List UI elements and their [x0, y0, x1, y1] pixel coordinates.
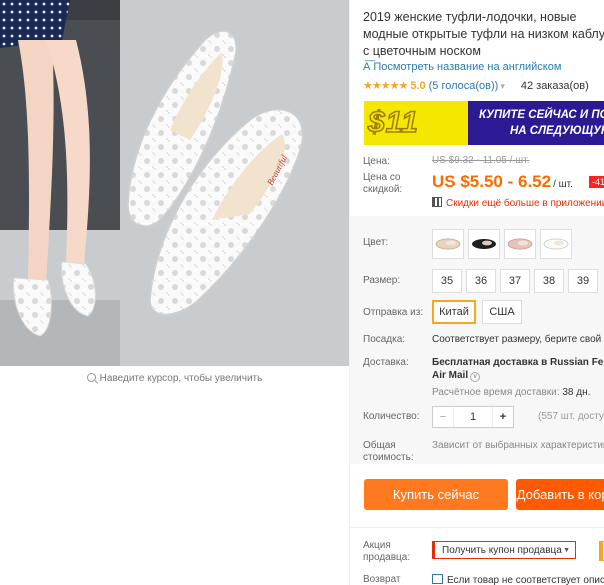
chevron-down-icon[interactable]: v	[470, 372, 481, 382]
quantity-label: Количество:	[363, 411, 420, 422]
chevron-down-icon[interactable]: ▾	[500, 81, 505, 91]
add-to-cart-button[interactable]: Добавить в корзину	[516, 479, 604, 510]
beige-shoe-icon	[435, 238, 461, 250]
seller-promo-label: Акция продавца:	[363, 540, 411, 563]
color-label: Цвет:	[363, 237, 389, 248]
pink-shoe-icon	[507, 238, 533, 250]
app-discount-link[interactable]: Скидки ещё больше в приложении	[432, 197, 604, 209]
orders-count: 42 заказа(ов)	[520, 80, 589, 92]
quantity-input[interactable]: 1	[454, 407, 492, 427]
divider	[350, 527, 604, 528]
quantity-stepper: − 1 +	[432, 406, 514, 428]
price-label: Цена:	[363, 156, 390, 167]
color-swatch-white[interactable]	[540, 229, 572, 259]
delivery-carrier: Air Mail v	[432, 370, 481, 382]
size-option-38[interactable]: 38	[534, 269, 564, 293]
buy-now-button[interactable]: Купить сейчас	[364, 479, 508, 510]
rating-row: ★★★★★ 5.0 (5 голоса(ов)) ▾ 42 заказа(ов)	[363, 79, 589, 92]
color-swatch-pink[interactable]	[504, 229, 536, 259]
total-label: Общая стоимость:	[363, 440, 414, 463]
translate-link[interactable]: A͞ Посмотреть название на английском	[363, 61, 561, 73]
fit-label: Посадка:	[363, 334, 406, 345]
size-option-35[interactable]: 35	[432, 269, 462, 293]
product-info-panel: 2019 женские туфли-лодочки, новые модные…	[350, 0, 604, 585]
size-option-39[interactable]: 39	[568, 269, 598, 293]
promo-line1: КУПИТЕ СЕЙЧАС И ПОЛУЧИТЕ	[479, 109, 604, 121]
size-option-36[interactable]: 36	[466, 269, 496, 293]
delivery-eta: Расчётное время доставки: 38 дн.	[432, 387, 591, 398]
delivery-method: Бесплатная доставка в Russian Federation…	[432, 357, 604, 368]
refund-label: Возврат	[363, 574, 401, 585]
magnifier-icon	[86, 373, 96, 382]
refund-icon	[432, 574, 443, 584]
white-shoe-icon	[543, 238, 569, 250]
fit-value: Соответствует размеру, берите свой обычн…	[432, 334, 604, 345]
delivery-label: Доставка:	[363, 357, 409, 368]
total-value: Зависит от выбранных характеристик	[432, 440, 604, 451]
size-option-37[interactable]: 37	[500, 269, 530, 293]
ship-from-china[interactable]: Китай	[432, 300, 476, 324]
promo-amount: $11	[367, 105, 419, 140]
qr-code-icon	[432, 197, 442, 207]
quantity-increase-button[interactable]: +	[492, 407, 513, 427]
size-label: Размер:	[363, 275, 401, 286]
second-coupon-tab[interactable]	[599, 541, 604, 561]
discount-badge: -41%	[589, 176, 604, 188]
seller-coupon-dropdown[interactable]: Получить купон продавца ▼	[432, 541, 576, 559]
color-swatch-beige[interactable]	[432, 229, 464, 259]
zoom-hint: Наведите курсор, чтобы увеличить	[0, 366, 349, 392]
ship-from-usa[interactable]: США	[482, 300, 522, 324]
rating-votes-link[interactable]: (5 голоса(ов))	[429, 80, 499, 92]
old-price: US $9.32 - 11.05 / шт.	[432, 155, 530, 166]
discount-price-label: Цена со скидкой:	[363, 172, 403, 195]
promo-banner[interactable]: $11 КУПИТЕ СЕЙЧАС И ПОЛУЧИТЕ НА СЛЕДУЮЩУ…	[364, 101, 604, 145]
quantity-available: (557 шт. доступно)	[538, 411, 604, 422]
ship-from-label: Отправка из:	[363, 307, 424, 318]
black-shoe-icon	[472, 239, 496, 249]
translate-icon: A͞	[363, 61, 371, 73]
rating-stars: ★★★★★	[363, 80, 408, 92]
product-photo: Beautiful	[0, 0, 349, 366]
product-title: 2019 женские туфли-лодочки, новые модные…	[363, 10, 604, 58]
current-price: US $5.50 - 6.52/ шт.	[432, 172, 573, 191]
color-swatch-black[interactable]	[468, 229, 500, 259]
promo-line2: НА СЛЕДУЮЩУЮ ПОКУПКУ	[510, 125, 604, 137]
quantity-decrease-button[interactable]: −	[433, 407, 454, 427]
refund-info: Если товар не соответствует описанию	[432, 574, 604, 585]
product-image[interactable]: Beautiful	[0, 0, 349, 366]
caret-down-icon: ▼	[563, 547, 570, 554]
rating-score: 5.0	[410, 80, 426, 92]
